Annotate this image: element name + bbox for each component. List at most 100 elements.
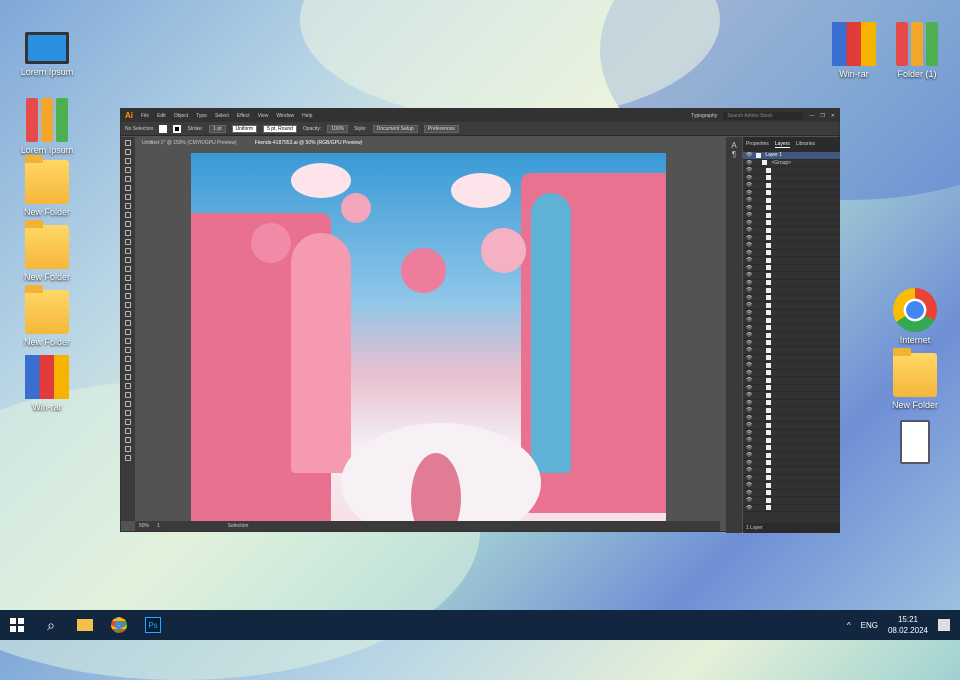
- brush-definition[interactable]: 5 pt. Round: [263, 124, 297, 133]
- desktop-icon-winrar[interactable]: Win-rar: [819, 22, 889, 79]
- eye-icon[interactable]: 👁: [746, 415, 752, 421]
- tool-icon[interactable]: [125, 230, 131, 236]
- eye-icon[interactable]: 👁: [746, 182, 752, 188]
- eye-icon[interactable]: 👁: [746, 265, 752, 271]
- tool-icon[interactable]: [125, 446, 131, 452]
- eye-icon[interactable]: 👁: [746, 325, 752, 331]
- sublayer-row[interactable]: 👁: [743, 175, 840, 182]
- sublayer-row[interactable]: 👁: [743, 497, 840, 505]
- eye-icon[interactable]: 👁: [746, 467, 752, 473]
- sublayer-row[interactable]: 👁: [743, 422, 840, 430]
- eye-icon[interactable]: 👁: [746, 280, 752, 286]
- sublayer-row[interactable]: 👁: [743, 407, 840, 415]
- preferences-button[interactable]: Preferences: [423, 124, 459, 133]
- eye-icon[interactable]: 👁: [746, 475, 752, 481]
- tool-icon[interactable]: [125, 419, 131, 425]
- menu-select[interactable]: Select: [215, 113, 229, 119]
- tool-icon[interactable]: [125, 140, 131, 146]
- maximize-button[interactable]: ❐: [820, 113, 824, 119]
- tool-icon[interactable]: [125, 392, 131, 398]
- desktop-icon-winrar[interactable]: Win-rar: [12, 355, 82, 412]
- eye-icon[interactable]: 👁: [746, 227, 752, 233]
- stock-search-input[interactable]: Search Adobe Stock: [723, 111, 804, 120]
- document-tab[interactable]: Untitled-1* @ 150% (CMYK/GPU Preview): [137, 139, 242, 147]
- eye-icon[interactable]: 👁: [746, 407, 752, 413]
- tool-icon[interactable]: [125, 248, 131, 254]
- tool-icon[interactable]: [125, 149, 131, 155]
- eye-icon[interactable]: 👁: [746, 167, 752, 173]
- desktop-icon-binders[interactable]: Lorem Ipsum: [12, 98, 82, 155]
- sublayer-row[interactable]: 👁: [743, 325, 840, 332]
- sublayer-row[interactable]: 👁: [743, 452, 840, 460]
- desktop-icon-binders[interactable]: Folder (1): [882, 22, 952, 79]
- eye-icon[interactable]: 👁: [746, 205, 752, 211]
- tool-icon[interactable]: [125, 437, 131, 443]
- close-button[interactable]: ✕: [831, 113, 839, 119]
- eye-icon[interactable]: 👁: [746, 362, 752, 368]
- eye-icon[interactable]: 👁: [746, 272, 752, 278]
- sublayer-row[interactable]: 👁: [743, 242, 840, 250]
- eye-icon[interactable]: 👁: [746, 355, 752, 361]
- eye-icon[interactable]: 👁: [746, 295, 752, 301]
- eye-icon[interactable]: 👁: [746, 287, 752, 293]
- tool-icon[interactable]: [125, 311, 131, 317]
- sublayer-row[interactable]: 👁: [743, 317, 840, 325]
- tool-icon[interactable]: [125, 347, 131, 353]
- sublayer-row[interactable]: 👁: [743, 347, 840, 355]
- panel-tab-layers[interactable]: Layers: [774, 141, 790, 148]
- eye-icon[interactable]: 👁: [746, 242, 752, 248]
- tool-icon[interactable]: [125, 329, 131, 335]
- sublayer-row[interactable]: 👁: [743, 362, 840, 370]
- eye-icon[interactable]: 👁: [746, 152, 752, 158]
- sublayer-row[interactable]: 👁: [743, 302, 840, 310]
- eye-icon[interactable]: 👁: [746, 250, 752, 256]
- zoom-level[interactable]: 50%: [139, 523, 149, 529]
- sublayer-row[interactable]: 👁: [743, 460, 840, 467]
- eye-icon[interactable]: 👁: [746, 302, 752, 308]
- tool-icon[interactable]: [125, 239, 131, 245]
- tool-icon[interactable]: [125, 356, 131, 362]
- panel-tab-libraries[interactable]: Libraries: [796, 141, 815, 148]
- sublayer-row[interactable]: 👁: [743, 490, 840, 497]
- sublayer-row[interactable]: 👁: [743, 295, 840, 302]
- eye-icon[interactable]: 👁: [746, 400, 752, 406]
- fill-swatch[interactable]: [159, 124, 168, 133]
- tool-icon[interactable]: [125, 401, 131, 407]
- tool-icon[interactable]: [125, 428, 131, 434]
- tool-icon[interactable]: [125, 455, 131, 461]
- eye-icon[interactable]: 👁: [746, 317, 752, 323]
- sublayer-row[interactable]: 👁: [743, 332, 840, 340]
- sublayer-row[interactable]: 👁: [743, 437, 840, 445]
- eye-icon[interactable]: 👁: [746, 340, 752, 346]
- sublayer-row[interactable]: 👁: [743, 212, 840, 220]
- start-button[interactable]: [0, 610, 34, 640]
- sublayer-row[interactable]: 👁: [743, 467, 840, 475]
- desktop-icon-folder[interactable]: New Folder: [880, 348, 950, 410]
- sublayer-row[interactable]: 👁: [743, 197, 840, 205]
- artboard-navigator[interactable]: 1: [157, 523, 160, 529]
- eye-icon[interactable]: 👁: [746, 437, 752, 443]
- minimize-button[interactable]: —: [809, 113, 814, 119]
- menu-object[interactable]: Object: [174, 113, 188, 119]
- eye-icon[interactable]: 👁: [746, 190, 752, 196]
- sublayer-row[interactable]: 👁: [743, 265, 840, 272]
- sublayer-row[interactable]: 👁: [743, 385, 840, 392]
- sublayer-row[interactable]: 👁: [743, 400, 840, 407]
- sublayer-row[interactable]: 👁: [743, 235, 840, 242]
- tool-icon[interactable]: [125, 212, 131, 218]
- tool-icon[interactable]: [125, 302, 131, 308]
- desktop-icon-folder[interactable]: New Folder: [12, 285, 82, 347]
- tool-icon[interactable]: [125, 338, 131, 344]
- stroke-weight-field[interactable]: 1 pt: [209, 124, 226, 133]
- document-setup-button[interactable]: Document Setup: [372, 124, 418, 133]
- desktop-icon-recycle-bin[interactable]: [880, 420, 950, 467]
- desktop-icon-folder[interactable]: New Folder: [12, 155, 82, 217]
- tool-icon[interactable]: [125, 221, 131, 227]
- eye-icon[interactable]: 👁: [746, 505, 752, 511]
- desktop-icon-computer[interactable]: Lorem Ipsum: [12, 26, 82, 77]
- sublayer-row[interactable]: 👁: [743, 475, 840, 482]
- sublayer-row[interactable]: 👁: [743, 505, 840, 512]
- layer-row[interactable]: 👁 Layer 1: [743, 152, 840, 160]
- workspace-switcher[interactable]: Typography: [691, 113, 717, 119]
- search-button[interactable]: ⌕: [34, 610, 68, 640]
